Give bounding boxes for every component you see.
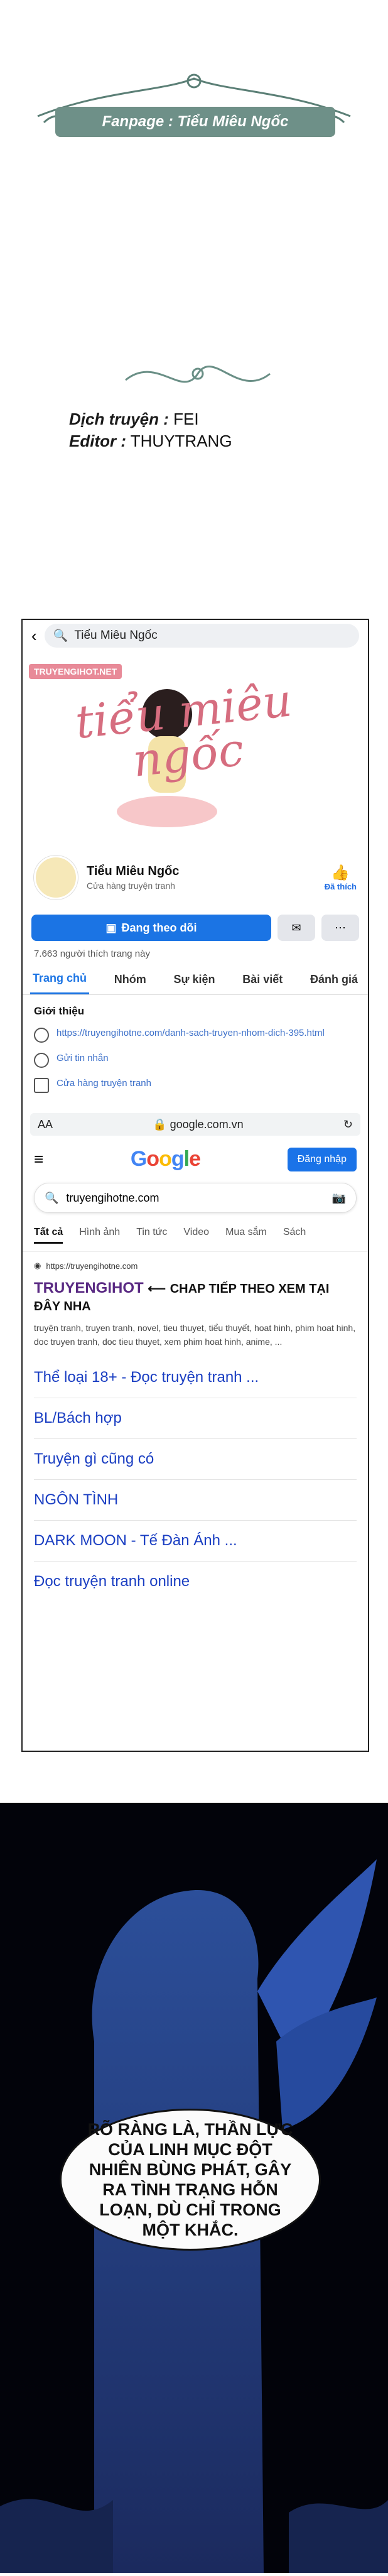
editor-label: Editor : xyxy=(69,432,126,450)
cover-photo: TRUYENGIHOT.NET tiểu miêu ngốc xyxy=(23,651,368,843)
likes-count: 7.663 người thích trang này xyxy=(34,948,150,959)
phone-screenshot: ‹ 🔍 Tiểu Miêu Ngốc TRUYENGIHOT.NET tiểu … xyxy=(21,619,369,1752)
tab-groups[interactable]: Nhóm xyxy=(112,965,149,994)
globe-icon xyxy=(34,1028,49,1043)
like-label: Đã thích xyxy=(324,882,357,891)
intro-section: Giới thiệu https://truyengihotne.com/dan… xyxy=(23,995,368,1113)
page-name: Tiểu Miêu Ngốc xyxy=(87,864,180,878)
sitelink-5[interactable]: DARK MOON - Tế Đàn Ánh ... xyxy=(34,1521,357,1562)
tab-shopping[interactable]: Mua sắm xyxy=(225,1227,267,1244)
intro-message[interactable]: Gửi tin nhắn xyxy=(34,1053,357,1068)
ornament-divider xyxy=(125,365,271,383)
fanpage-banner: Fanpage : Tiểu Miêu Ngốc xyxy=(55,107,335,137)
sitelink-3[interactable]: Truyện gì cũng có xyxy=(34,1439,357,1480)
lens-icon[interactable]: 📷 xyxy=(332,1192,346,1205)
tab-all[interactable]: Tất cả xyxy=(34,1227,63,1244)
intro-website-text: https://truyengihotne.com/danh-sach-truy… xyxy=(57,1028,325,1038)
tab-images[interactable]: Hình ảnh xyxy=(79,1227,120,1244)
tab-events[interactable]: Sự kiện xyxy=(171,965,217,994)
result-url[interactable]: ◉ https://truyengihotne.com xyxy=(34,1261,357,1271)
url-text: 🔒 google.com.vn xyxy=(153,1117,244,1131)
follow-icon: ▣ xyxy=(105,921,117,934)
tab-home[interactable]: Trang chủ xyxy=(30,964,90,994)
result-url-text: https://truyengihotne.com xyxy=(46,1261,138,1271)
more-button[interactable]: ⋯ xyxy=(321,915,359,941)
thumbs-up-icon: 👍 xyxy=(331,864,350,881)
google-search-input[interactable]: 🔍 truyengihotne.com 📷 xyxy=(34,1183,357,1213)
search-icon: 🔍 xyxy=(45,1191,59,1204)
messenger-icon: ✉ xyxy=(291,921,301,934)
facebook-search-bar[interactable]: 🔍 Tiểu Miêu Ngốc xyxy=(44,624,359,648)
search-value: Tiểu Miêu Ngốc xyxy=(74,629,158,642)
google-tabs: Tất cả Hình ảnh Tin tức Video Mua sắm Sá… xyxy=(23,1219,368,1252)
favicon-icon: ◉ xyxy=(34,1261,41,1270)
speech-bubble: RÕ RÀNG LÀ, THẦN LỰC CỦA LINH MỤC ĐỘT NH… xyxy=(60,2109,321,2251)
editor-name: THUYTRANG xyxy=(130,432,232,450)
messenger-icon xyxy=(34,1053,49,1068)
translator-name: FEI xyxy=(173,410,199,428)
facebook-topbar: ‹ 🔍 Tiểu Miêu Ngốc xyxy=(23,620,368,651)
page-tabs: Trang chủ Nhóm Sự kiện Bài viết Đánh giá xyxy=(23,964,368,995)
tab-books[interactable]: Sách xyxy=(283,1227,306,1244)
store-icon xyxy=(34,1078,49,1093)
speech-bubble-text: RÕ RÀNG LÀ, THẦN LỰC CỦA LINH MỤC ĐỘT NH… xyxy=(87,2120,293,2239)
tab-news[interactable]: Tin tức xyxy=(136,1227,167,1244)
tab-reviews[interactable]: Đánh giá xyxy=(308,965,360,994)
sitelink-1[interactable]: Thể loại 18+ - Đọc truyện tranh ... xyxy=(34,1357,357,1398)
reload-icon[interactable]: ↻ xyxy=(343,1118,353,1131)
cover-title: tiểu miêu ngốc xyxy=(72,673,294,787)
result-title-text: TRUYENGIHOT xyxy=(34,1280,144,1296)
messenger-button[interactable]: ✉ xyxy=(278,915,315,941)
follow-label: Đang theo dõi xyxy=(121,921,197,934)
search-icon: 🔍 xyxy=(53,629,68,643)
sitelink-2[interactable]: BL/Bách hợp xyxy=(34,1398,357,1439)
url-value: google.com.vn xyxy=(170,1117,244,1131)
sitelink-4[interactable]: NGÔN TÌNH xyxy=(34,1480,357,1521)
tab-posts[interactable]: Bài viết xyxy=(240,965,285,994)
arrow-icon: ⟵ xyxy=(148,1282,166,1296)
search-result: ◉ https://truyengihotne.com TRUYENGIHOT ⟵… xyxy=(23,1252,368,1357)
back-icon[interactable]: ‹ xyxy=(31,626,37,646)
browser-url-bar[interactable]: AA 🔒 google.com.vn ↻ xyxy=(30,1113,360,1136)
google-header: ≡ Google Đăng nhập xyxy=(23,1136,368,1177)
intro-category[interactable]: Cửa hàng truyện tranh xyxy=(34,1078,357,1093)
result-description: truyện tranh, truyen tranh, novel, tieu … xyxy=(34,1323,356,1347)
like-button[interactable]: 👍 Đã thích xyxy=(325,864,357,891)
tab-video[interactable]: Video xyxy=(183,1227,209,1244)
intro-message-text: Gửi tin nhắn xyxy=(57,1053,109,1063)
intro-title: Giới thiệu xyxy=(34,1005,85,1017)
intro-website[interactable]: https://truyengihotne.com/danh-sach-truy… xyxy=(34,1028,357,1043)
credits: Dịch truyện : FEI Editor : THUYTRANG xyxy=(69,408,232,452)
menu-icon[interactable]: ≡ xyxy=(34,1149,43,1169)
sitelink-6[interactable]: Đọc truyện tranh online xyxy=(34,1562,357,1602)
login-button[interactable]: Đăng nhập xyxy=(287,1147,357,1171)
more-icon: ⋯ xyxy=(335,921,346,934)
google-query: truyengihotne.com xyxy=(66,1191,159,1204)
follow-button[interactable]: ▣ Đang theo dõi xyxy=(31,915,271,941)
result-title[interactable]: TRUYENGIHOT ⟵ CHAP TIẾP THEO XEM TẠI ĐÂY… xyxy=(34,1280,357,1315)
page-category: Cửa hàng truyện tranh xyxy=(87,881,175,891)
google-logo: Google xyxy=(130,1147,201,1171)
page-profile: Tiểu Miêu Ngốc Cửa hàng truyện tranh 👍 Đ… xyxy=(23,843,368,912)
translator-label: Dịch truyện : xyxy=(69,410,169,428)
action-buttons: ▣ Đang theo dõi ✉ ⋯ xyxy=(23,912,368,943)
intro-category-text: Cửa hàng truyện tranh xyxy=(57,1078,151,1089)
text-size-button[interactable]: AA xyxy=(38,1118,53,1131)
avatar[interactable] xyxy=(34,856,78,899)
